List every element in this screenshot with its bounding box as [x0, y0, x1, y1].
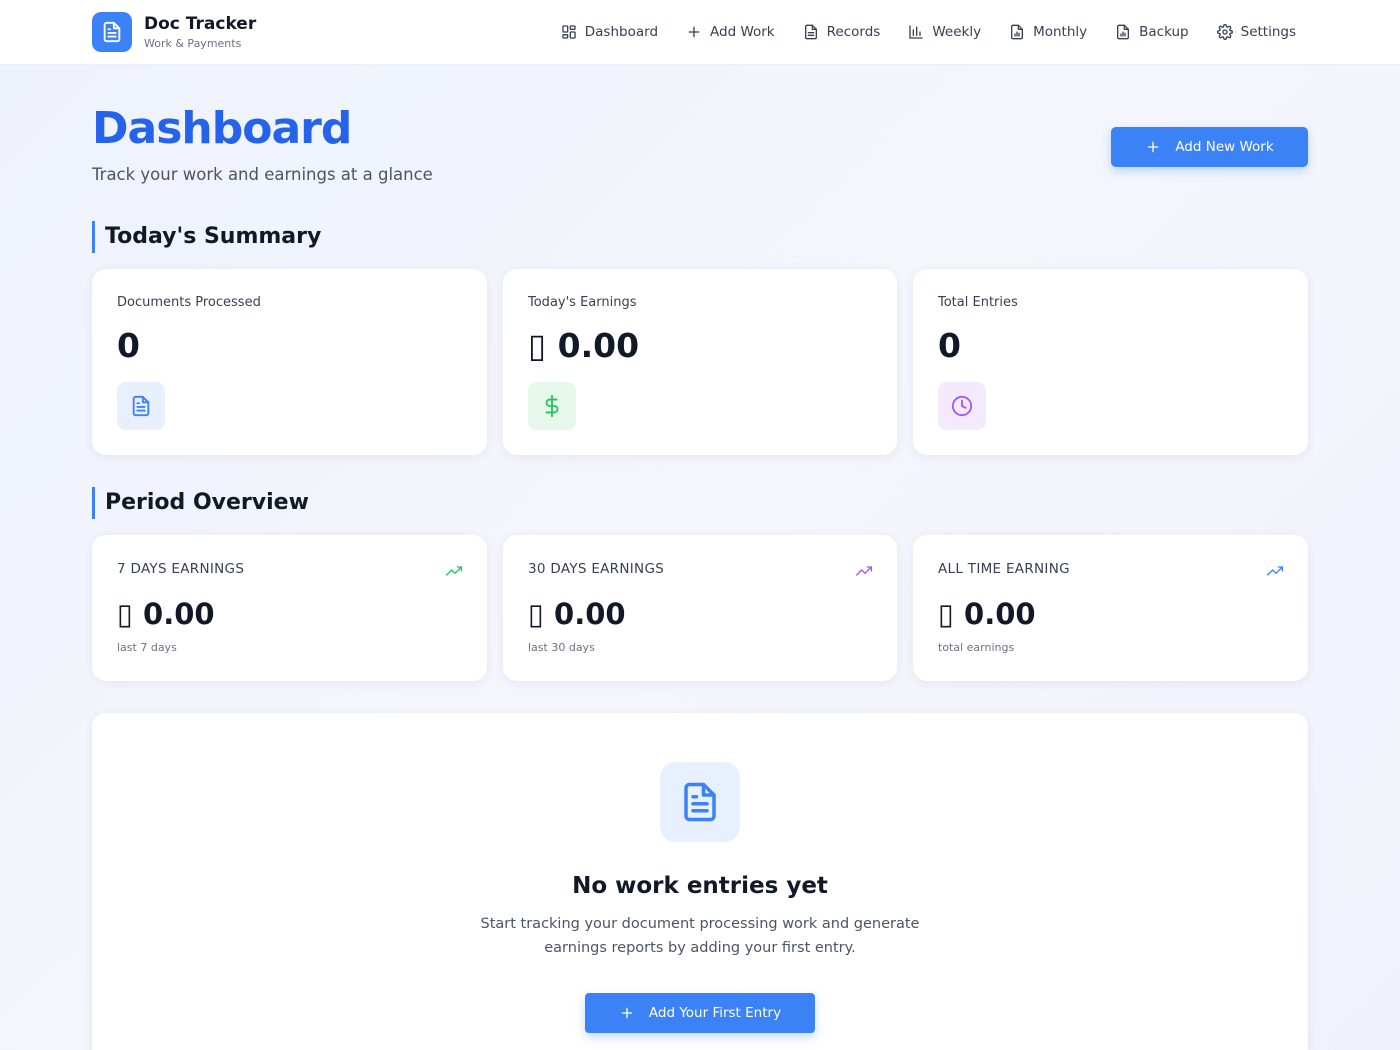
- card-note: total earnings: [938, 641, 1015, 654]
- nav-item-label: Add Work: [710, 24, 775, 40]
- empty-state-text: Start tracking your document processing …: [480, 916, 920, 956]
- nav-item-label: Monthly: [1033, 24, 1088, 40]
- card-label: All Time Earning: [938, 561, 1070, 577]
- brand-subtitle: Work & Payments: [144, 36, 242, 50]
- summary-card-documents: Documents Processed 0: [92, 269, 487, 455]
- card-label: Today's Earnings: [528, 295, 637, 310]
- nav-item-settings[interactable]: Settings: [1216, 20, 1296, 44]
- card-note: last 7 days: [117, 641, 177, 654]
- grid-icon: [562, 25, 576, 39]
- top-navbar: Doc Tracker Work & Payments Dashboard Ad…: [0, 0, 1400, 65]
- page-subtitle: Track your work and earnings at a glance: [92, 165, 433, 184]
- main-nav: Dashboard Add Work Records Weekly Monthl…: [561, 20, 1296, 44]
- gear-icon: [1216, 24, 1233, 40]
- file-chart-icon: [1011, 24, 1024, 40]
- add-new-work-button[interactable]: Add New Work: [1111, 127, 1308, 167]
- clock-icon: [938, 382, 986, 430]
- document-icon: [804, 24, 817, 40]
- document-icon: [117, 382, 165, 430]
- card-value: ▯ 0.00: [528, 597, 626, 631]
- trend-up-icon: [856, 566, 872, 576]
- card-value: 0: [938, 326, 961, 365]
- card-note: last 30 days: [528, 641, 595, 654]
- card-value: ▯ 0.00: [528, 326, 640, 365]
- bar-chart-icon: [909, 25, 923, 39]
- nav-item-label: Dashboard: [584, 24, 659, 40]
- section-title-today: Today's Summary: [92, 221, 321, 253]
- card-label: Total Entries: [938, 295, 1018, 310]
- card-label: Documents Processed: [117, 295, 261, 310]
- nav-item-label: Records: [826, 24, 881, 40]
- card-label: 7 Days Earnings: [117, 561, 245, 577]
- nav-item-dashboard[interactable]: Dashboard: [561, 20, 658, 44]
- document-icon: [92, 12, 132, 52]
- card-value: ▯ 0.00: [117, 597, 215, 631]
- trend-up-icon: [446, 566, 462, 576]
- plus-icon: [621, 1007, 633, 1019]
- dollar-icon: [528, 382, 576, 430]
- add-first-entry-button[interactable]: Add Your First Entry: [585, 993, 815, 1033]
- empty-state-card: No work entries yet Start tracking your …: [92, 713, 1308, 1050]
- brand[interactable]: Doc Tracker Work & Payments: [92, 12, 256, 52]
- card-label: 30 Days Earnings: [528, 561, 665, 577]
- nav-item-label: Weekly: [932, 24, 982, 40]
- section-title-period: Period Overview: [92, 487, 309, 519]
- empty-state-title: No work entries yet: [572, 873, 828, 899]
- page-title: Dashboard: [92, 103, 352, 154]
- nav-item-records[interactable]: Records: [803, 20, 881, 44]
- document-icon: [660, 762, 740, 842]
- file-chart-icon: [1117, 24, 1130, 40]
- trend-up-icon: [1267, 566, 1283, 576]
- period-card-30-days: 30 Days Earnings ▯ 0.00 last 30 days: [503, 535, 897, 681]
- card-value: 0: [117, 326, 140, 365]
- summary-card-earnings: Today's Earnings ▯ 0.00: [503, 269, 897, 455]
- add-first-entry-label: Add Your First Entry: [648, 1005, 782, 1021]
- summary-card-entries: Total Entries 0: [913, 269, 1308, 455]
- add-new-work-label: Add New Work: [1175, 139, 1274, 155]
- nav-item-add-work[interactable]: Add Work: [686, 20, 775, 44]
- period-card-all-time: All Time Earning ▯ 0.00 total earnings: [913, 535, 1308, 681]
- nav-item-label: Settings: [1240, 24, 1296, 40]
- card-value: ▯ 0.00: [938, 597, 1036, 631]
- period-card-7-days: 7 Days Earnings ▯ 0.00 last 7 days: [92, 535, 487, 681]
- plus-icon: [688, 26, 700, 38]
- nav-item-label: Backup: [1139, 24, 1189, 40]
- nav-item-weekly[interactable]: Weekly: [908, 20, 981, 44]
- brand-title: Doc Tracker: [144, 13, 257, 34]
- nav-item-monthly[interactable]: Monthly: [1009, 20, 1087, 44]
- nav-item-backup[interactable]: Backup: [1115, 20, 1189, 44]
- plus-icon: [1147, 141, 1159, 153]
